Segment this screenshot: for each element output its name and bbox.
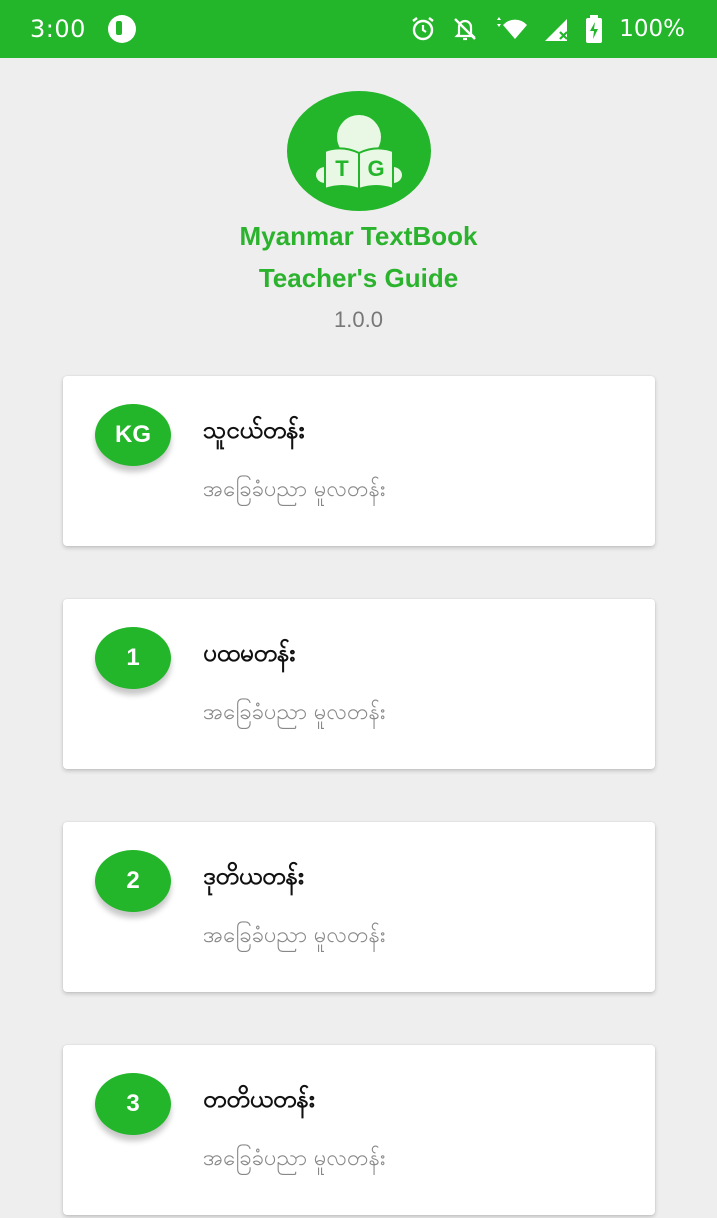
- grade-title: တတိယတန်း: [203, 1085, 315, 1113]
- grade-card-kg[interactable]: KG သူငယ်တန်း အခြေခံပညာ မူလတန်း: [63, 376, 655, 546]
- grade-badge: 2: [95, 850, 171, 912]
- app-logo: T G: [287, 91, 431, 211]
- app-subtitle: Teacher's Guide: [258, 263, 459, 293]
- status-bar: 3:00 100%: [0, 0, 717, 58]
- grade-card-3[interactable]: 3 တတိယတန်း အခြေခံပညာ မူလတန်း: [63, 1045, 655, 1215]
- battery-percent: 100%: [619, 16, 685, 42]
- silent-bell-icon: [454, 18, 477, 41]
- status-icons: 100%: [409, 14, 685, 44]
- battery-charging-icon: [586, 15, 603, 43]
- cell-signal-icon: [545, 19, 569, 41]
- status-time: 3:00: [30, 15, 86, 43]
- app-notification-icon: [107, 15, 136, 43]
- grade-title: ဒုတိယတန်း: [203, 862, 305, 890]
- grade-card-1[interactable]: 1 ပထမတန်း အခြေခံပညာ မူလတန်း: [63, 599, 655, 769]
- grade-badge: 1: [95, 627, 171, 689]
- app-title: Myanmar TextBook: [239, 221, 478, 251]
- grade-badge: 3: [95, 1073, 171, 1135]
- grade-subtitle: အခြေခံပညာ မူလတန်း: [203, 700, 386, 725]
- wifi-icon: [497, 17, 528, 39]
- grade-subtitle: အခြေခံပညာ မူလတန်း: [203, 477, 386, 502]
- grade-badge: KG: [95, 404, 171, 466]
- book-reader-icon: T G: [316, 115, 402, 191]
- grade-card-2[interactable]: 2 ဒုတိယတန်း အခြေခံပညာ မူလတန်း: [63, 822, 655, 992]
- svg-text:G: G: [367, 156, 384, 181]
- app-version: 1.0.0: [334, 307, 383, 332]
- grade-title: သူငယ်တန်း: [203, 416, 305, 444]
- grade-subtitle: အခြေခံပညာ မူလတန်း: [203, 923, 386, 948]
- grade-subtitle: အခြေခံပညာ မူလတန်း: [203, 1146, 386, 1171]
- grade-title: ပထမတန်း: [203, 639, 296, 667]
- svg-text:T: T: [335, 156, 349, 181]
- alarm-icon: [412, 17, 434, 41]
